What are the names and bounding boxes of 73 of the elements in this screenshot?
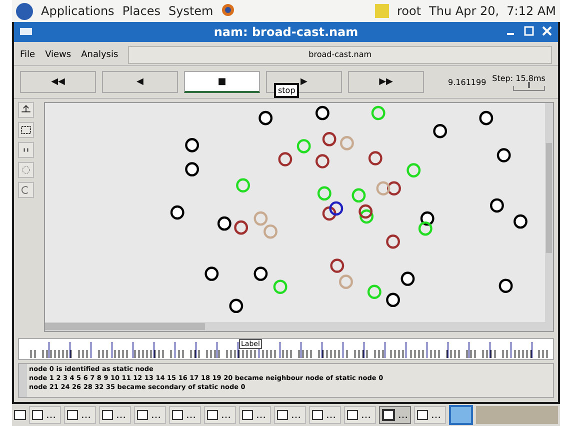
network-node[interactable] bbox=[368, 151, 382, 166]
network-node[interactable] bbox=[400, 272, 415, 286]
taskbar-button[interactable]: … bbox=[29, 406, 61, 424]
network-node[interactable] bbox=[433, 124, 448, 138]
taskbar-button[interactable]: … bbox=[64, 406, 96, 424]
network-node[interactable] bbox=[185, 138, 200, 152]
c-letter-icon[interactable] bbox=[18, 182, 34, 198]
network-node[interactable] bbox=[315, 106, 330, 120]
playback-button[interactable]: ■ bbox=[184, 71, 260, 93]
network-node[interactable] bbox=[254, 266, 268, 281]
network-node[interactable] bbox=[479, 110, 494, 126]
slider-thumb[interactable] bbox=[528, 82, 530, 88]
maximize-icon[interactable] bbox=[522, 24, 536, 38]
network-node[interactable] bbox=[330, 258, 344, 273]
network-node[interactable] bbox=[258, 110, 273, 126]
taskbar-button[interactable]: … bbox=[134, 406, 166, 424]
network-node[interactable] bbox=[340, 136, 354, 150]
network-node[interactable] bbox=[329, 201, 344, 216]
taskbar-button[interactable]: … bbox=[309, 406, 341, 424]
vertical-scrollbar[interactable] bbox=[19, 364, 27, 397]
network-node[interactable] bbox=[339, 274, 353, 289]
network-node[interactable] bbox=[322, 132, 336, 146]
playback-button[interactable]: ◀◀ bbox=[20, 71, 96, 93]
taskbar-button[interactable]: … bbox=[344, 406, 376, 424]
file-name-field: broad-cast.nam bbox=[128, 46, 552, 64]
network-node[interactable] bbox=[386, 292, 400, 308]
distro-logo-icon[interactable] bbox=[16, 2, 33, 20]
panel-menu[interactable]: System bbox=[168, 4, 214, 18]
workspace-switcher[interactable] bbox=[449, 405, 473, 425]
network-node[interactable] bbox=[264, 224, 278, 239]
network-node[interactable] bbox=[170, 205, 184, 220]
vertical-scrollbar[interactable] bbox=[545, 103, 553, 322]
time-readout: 9.161199 bbox=[448, 78, 486, 86]
network-node[interactable] bbox=[315, 154, 330, 168]
network-node[interactable] bbox=[498, 278, 513, 293]
playback-button[interactable]: ◀ bbox=[102, 71, 178, 93]
taskbar-button[interactable]: … bbox=[414, 406, 446, 424]
show-desktop-icon[interactable] bbox=[14, 410, 26, 420]
taskbar-button[interactable]: … bbox=[239, 406, 271, 424]
network-node[interactable] bbox=[496, 148, 511, 162]
taskbar-button[interactable]: … bbox=[99, 406, 131, 424]
network-node[interactable] bbox=[387, 181, 401, 196]
user-name: root bbox=[396, 4, 422, 18]
network-node[interactable] bbox=[514, 214, 528, 229]
taskbar-button[interactable]: … bbox=[204, 406, 236, 424]
tooltip: stop bbox=[274, 83, 300, 98]
network-node[interactable] bbox=[229, 298, 244, 314]
network-node[interactable] bbox=[254, 211, 268, 226]
network-node[interactable] bbox=[204, 266, 219, 281]
close-icon[interactable] bbox=[540, 24, 554, 38]
menu-item[interactable]: File bbox=[20, 50, 36, 60]
window-title: nam: broad-cast.nam bbox=[214, 25, 358, 39]
network-node[interactable] bbox=[386, 234, 400, 249]
network-node[interactable] bbox=[234, 220, 248, 235]
menu-item[interactable]: Analysis bbox=[81, 50, 118, 60]
panel-menu[interactable]: Places bbox=[122, 4, 160, 18]
taskbar-button[interactable]: … bbox=[169, 406, 201, 424]
network-node[interactable] bbox=[420, 211, 434, 226]
taskbar-button[interactable]: … bbox=[274, 406, 306, 424]
network-node[interactable] bbox=[358, 204, 373, 219]
horizontal-scrollbar[interactable] bbox=[45, 322, 553, 331]
network-node[interactable] bbox=[490, 198, 504, 213]
clock[interactable]: Thu Apr 20, 7:12 AM bbox=[429, 4, 556, 18]
menu-item[interactable]: Views bbox=[45, 50, 72, 60]
step-label: Step: 15.8ms bbox=[492, 74, 546, 82]
playback-button[interactable]: ▶▶ bbox=[348, 71, 424, 93]
network-node[interactable] bbox=[217, 216, 232, 231]
network-node[interactable] bbox=[185, 162, 200, 176]
network-node[interactable] bbox=[322, 206, 336, 221]
panel-menu[interactable]: Applications bbox=[41, 4, 114, 18]
taskbar-button[interactable]: … bbox=[379, 406, 411, 424]
network-node[interactable] bbox=[376, 181, 390, 196]
network-node[interactable] bbox=[278, 152, 292, 166]
